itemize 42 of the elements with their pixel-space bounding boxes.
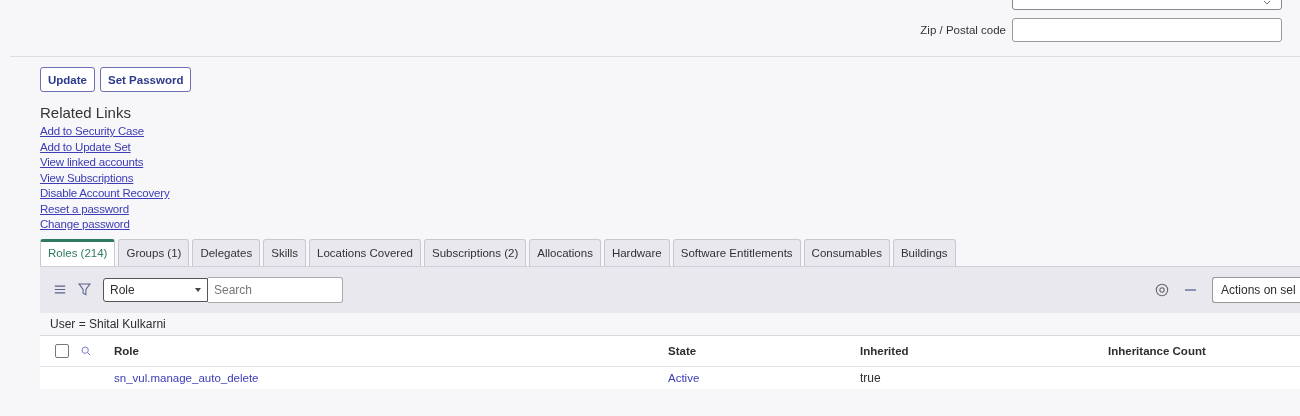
column-header[interactable]: State: [668, 344, 697, 357]
state-cell: Active: [668, 371, 700, 384]
column-header[interactable]: Role: [114, 344, 139, 357]
related-link[interactable]: Change password: [40, 218, 130, 230]
field-label: Zip / Postal code: [920, 24, 1006, 36]
tab[interactable]: Consumables: [803, 238, 890, 266]
actions-dropdown[interactable]: Actions on sel: [1212, 276, 1300, 303]
tab[interactable]: Software Entitlements: [672, 238, 801, 266]
table-cell: true: [860, 370, 881, 385]
tab[interactable]: Allocations: [529, 238, 601, 266]
section-heading: Related Links: [39, 103, 131, 121]
related-link[interactable]: Add to Update Set: [40, 140, 131, 153]
search-field-select[interactable]: Role: [103, 277, 208, 302]
role-link[interactable]: sn_vul.manage_auto_delete: [114, 371, 259, 384]
settings-icon[interactable]: [1155, 282, 1169, 297]
form-button[interactable]: Update: [40, 67, 95, 92]
filter-icon[interactable]: [78, 283, 91, 296]
related-link[interactable]: Reset a password: [40, 202, 129, 215]
search-icon[interactable]: [81, 345, 91, 356]
menu-icon[interactable]: [54, 285, 66, 294]
tab[interactable]: Hardware: [603, 238, 670, 266]
select-all-checkbox[interactable]: [55, 343, 69, 358]
collapse-icon[interactable]: [1185, 288, 1196, 291]
related-link[interactable]: View linked accounts: [40, 156, 144, 168]
tab[interactable]: Groups (1): [118, 238, 190, 266]
tab[interactable]: Roles (214): [40, 238, 116, 266]
tab[interactable]: Subscriptions (2): [423, 238, 527, 266]
breadcrumb-filter[interactable]: User = Shital Kulkarni: [50, 316, 166, 331]
tab[interactable]: Delegates: [192, 238, 261, 266]
tab[interactable]: Skills: [263, 238, 307, 266]
related-link[interactable]: Disable Account Recovery: [40, 187, 170, 199]
caret-icon: [1263, 0, 1271, 5]
text-input[interactable]: [1012, 18, 1282, 42]
caret-icon: [195, 287, 201, 292]
tab[interactable]: Buildings: [892, 238, 956, 266]
related-link[interactable]: Add to Security Case: [40, 125, 145, 137]
column-header[interactable]: Inheritance Count: [1108, 344, 1206, 357]
form-button[interactable]: Set Password: [100, 67, 192, 92]
tab[interactable]: Locations Covered: [309, 238, 421, 266]
related-link[interactable]: View Subscriptions: [40, 171, 134, 184]
search-input[interactable]: Search: [208, 276, 343, 303]
column-header[interactable]: Inherited: [860, 344, 909, 357]
